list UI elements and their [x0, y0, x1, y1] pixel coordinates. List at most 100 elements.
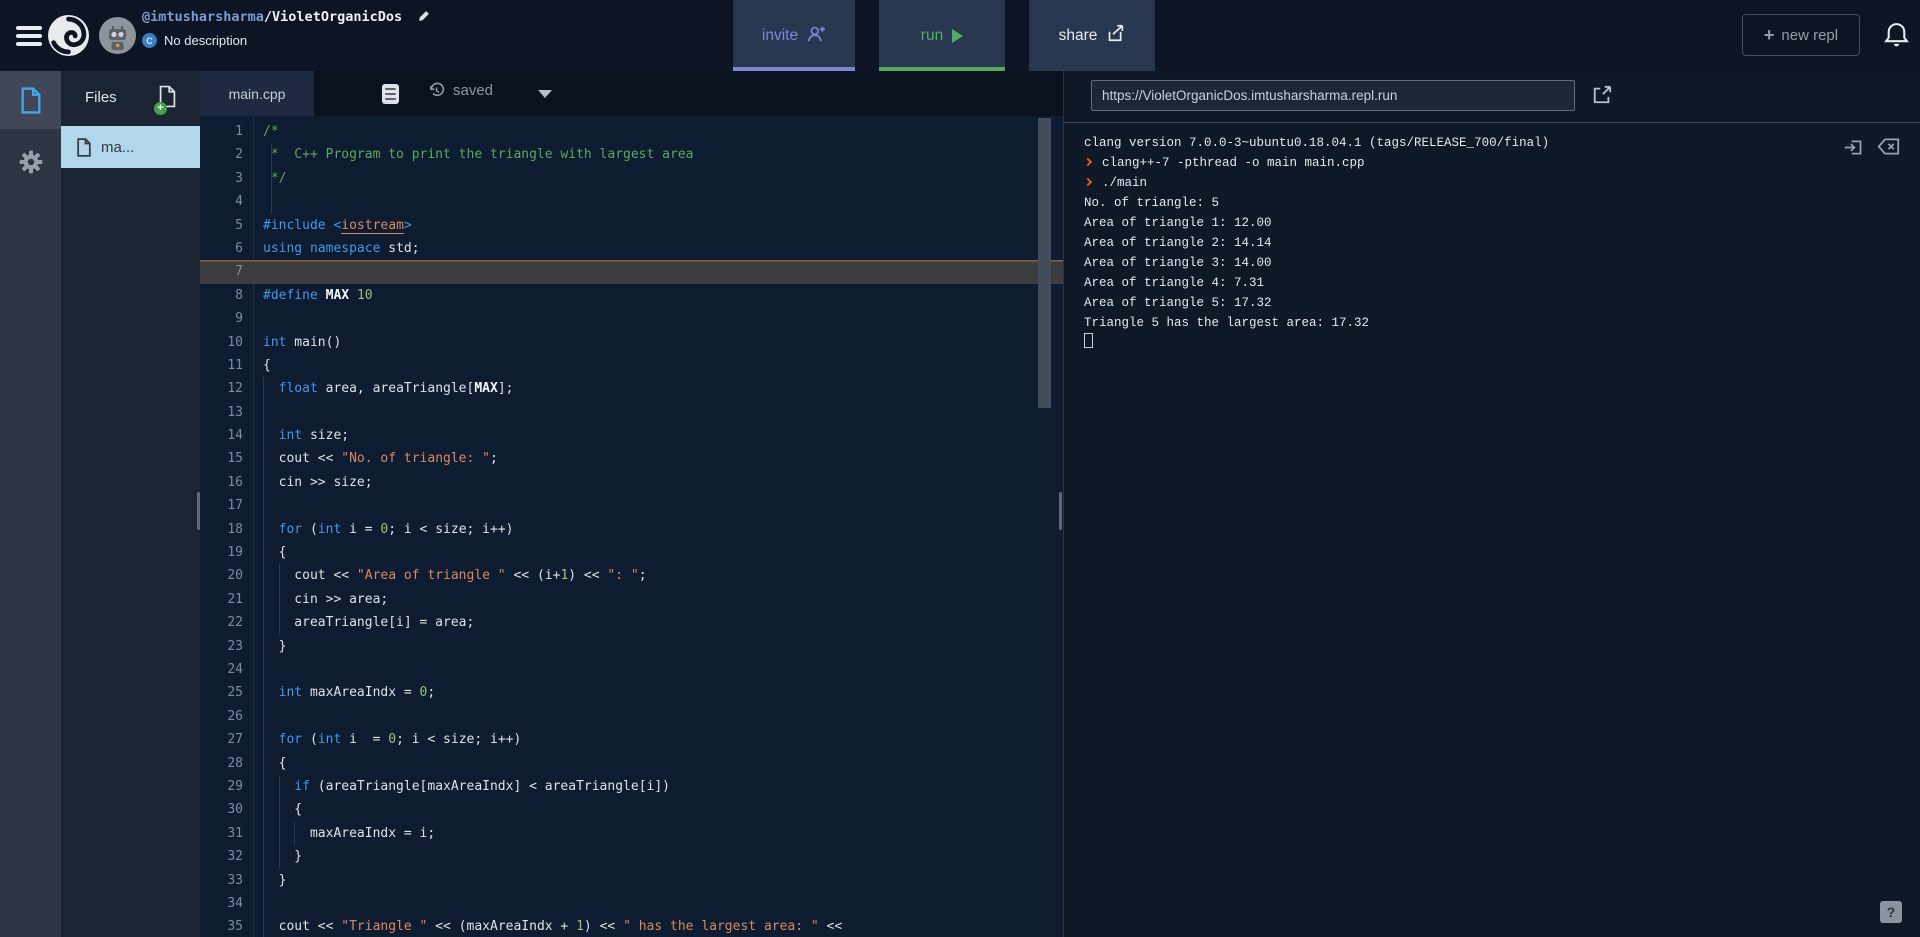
panel-resize-handle-right[interactable]	[1059, 492, 1062, 530]
code-line[interactable]: 17	[200, 494, 1063, 518]
code-line[interactable]: 30 {	[200, 798, 1063, 822]
code-line[interactable]: 6 using namespace std;	[200, 237, 1063, 260]
code-line[interactable]: 28 {	[200, 751, 1063, 775]
open-external-icon[interactable]	[1592, 85, 1612, 110]
main-area: Files + ma... main.cpp saved 1 /* 2 * C+…	[0, 71, 1920, 937]
code-line[interactable]: 10 int main()	[200, 331, 1063, 354]
line-content	[263, 260, 1063, 283]
line-content: int main()	[263, 334, 342, 350]
menu-hamburger-icon[interactable]	[16, 26, 42, 46]
repl-owner[interactable]: @imtusharsharma	[142, 9, 264, 25]
line-number: 6	[235, 240, 243, 256]
editor-scrollbar-thumb[interactable]	[1038, 118, 1051, 408]
code-line[interactable]: 12 float area, areaTriangle[MAX];	[200, 377, 1063, 401]
line-content: {	[263, 357, 271, 373]
user-avatar[interactable]	[99, 17, 136, 54]
code-line[interactable]: 9	[200, 307, 1063, 330]
line-number: 17	[227, 498, 243, 514]
line-content: /*	[263, 124, 279, 139]
line-number: 1	[235, 124, 243, 139]
console-line: Area of triangle 3: 14.00	[1084, 256, 1272, 270]
line-content: maxAreaIndx = i;	[263, 821, 1063, 846]
file-item-main-cpp[interactable]: ma...	[61, 126, 200, 168]
prompt-chevron-icon	[1083, 177, 1093, 187]
file-doc-icon	[21, 86, 40, 114]
repl-url-input[interactable]	[1091, 80, 1575, 111]
indent-guide	[263, 587, 264, 612]
code-line[interactable]: 18 for (int i = 0; i < size; i++)	[200, 517, 1063, 542]
code-line[interactable]: 16 cin >> size;	[200, 470, 1063, 495]
save-status-label: saved	[453, 82, 494, 99]
code-line[interactable]: 21 cin >> area;	[200, 587, 1063, 612]
code-line[interactable]: 20 cout << "Area of triangle " << (i+1) …	[200, 564, 1063, 588]
code-line[interactable]: 31 maxAreaIndx = i;	[200, 821, 1063, 846]
invite-button[interactable]: invite	[733, 0, 855, 71]
code-line[interactable]: 5 #include <iostream>	[200, 214, 1063, 237]
code-line[interactable]: 4	[200, 190, 1063, 214]
console-line: ./main	[1083, 173, 1910, 193]
repl-description[interactable]: No description	[164, 33, 247, 48]
code-line[interactable]: 34	[200, 891, 1063, 916]
line-number: 15	[227, 451, 243, 467]
code-line[interactable]: 24	[200, 657, 1063, 682]
line-number: 18	[227, 521, 243, 537]
code-line[interactable]: 26	[200, 704, 1063, 729]
code-line[interactable]: 8 #define MAX 10	[200, 284, 1063, 307]
code-line[interactable]: 3 */	[200, 166, 1063, 191]
indent-guide	[263, 845, 264, 869]
line-number: 33	[227, 872, 243, 888]
save-status[interactable]: saved	[428, 82, 493, 99]
line-content: * C++ Program to print the triangle with…	[263, 143, 1063, 167]
code-line[interactable]: 15 cout << "No. of triangle: ";	[200, 447, 1063, 471]
add-file-plus-badge: +	[154, 102, 167, 115]
line-number: 27	[227, 732, 243, 748]
console-output[interactable]: clang version 7.0.0-3~ubuntu0.18.04.1 (t…	[1083, 133, 1910, 353]
rail-settings-tab[interactable]	[0, 133, 61, 191]
tab-label: main.cpp	[228, 85, 286, 102]
code-line[interactable]: 13	[200, 400, 1063, 425]
format-code-icon[interactable]	[382, 84, 399, 104]
replit-logo-icon[interactable]	[48, 15, 89, 56]
code-line[interactable]: 14 int size;	[200, 424, 1063, 448]
rail-files-tab[interactable]	[0, 71, 61, 129]
code-line[interactable]: 23 }	[200, 634, 1063, 658]
line-number: 21	[227, 591, 243, 607]
indent-guide	[263, 798, 264, 822]
help-button[interactable]: ?	[1880, 901, 1902, 923]
file-item-label: ma...	[101, 138, 135, 156]
console-line: clang version 7.0.0-3~ubuntu0.18.04.1 (t…	[1084, 136, 1550, 150]
code-line[interactable]: 7	[200, 260, 1063, 284]
code-line[interactable]: 25 int maxAreaIndx = 0;	[200, 681, 1063, 705]
run-label: run	[920, 26, 944, 44]
code-editor: main.cpp saved 1 /* 2 * C++ Program to pri…	[200, 71, 1063, 937]
history-dropdown-caret-icon[interactable]	[538, 90, 552, 98]
code-line[interactable]: 1 /*	[200, 120, 1063, 143]
files-panel: Files + ma...	[61, 71, 200, 937]
add-file-icon[interactable]: +	[154, 85, 184, 115]
edit-title-pencil-icon[interactable]	[417, 9, 431, 27]
code-line[interactable]: 27 for (int i = 0; i < size; i++)	[200, 728, 1063, 752]
code-line[interactable]: 11 {	[200, 354, 1063, 377]
person-plus-icon	[807, 25, 826, 47]
code-line[interactable]: 33 }	[200, 868, 1063, 892]
share-button[interactable]: share	[1029, 0, 1155, 71]
share-label: share	[1058, 26, 1098, 44]
line-number: 4	[235, 194, 243, 210]
new-repl-button[interactable]: + new repl	[1742, 14, 1860, 56]
panel-resize-handle-left[interactable]	[197, 492, 200, 530]
code-line[interactable]: 22 areaTriangle[i] = area;	[200, 611, 1063, 635]
console-cursor-line[interactable]	[1084, 333, 1910, 353]
code-line[interactable]: 32 }	[200, 845, 1063, 869]
notifications-bell-icon[interactable]	[1884, 21, 1909, 54]
code-line[interactable]: 2 * C++ Program to print the triangle wi…	[200, 143, 1063, 167]
line-content: cin >> size;	[263, 470, 1063, 495]
run-button[interactable]: run	[879, 0, 1005, 71]
invite-label: invite	[761, 26, 799, 44]
tab-main-cpp[interactable]: main.cpp	[200, 71, 314, 116]
code-line[interactable]: 19 {	[200, 541, 1063, 565]
indent-guide	[278, 564, 280, 588]
indent-guide	[263, 541, 264, 565]
code-line[interactable]: 35 cout << "Triangle " << (maxAreaIndx +…	[200, 915, 1063, 937]
code-line[interactable]: 29 if (areaTriangle[maxAreaIndx] < areaT…	[200, 774, 1063, 799]
indent-guide	[263, 751, 264, 775]
